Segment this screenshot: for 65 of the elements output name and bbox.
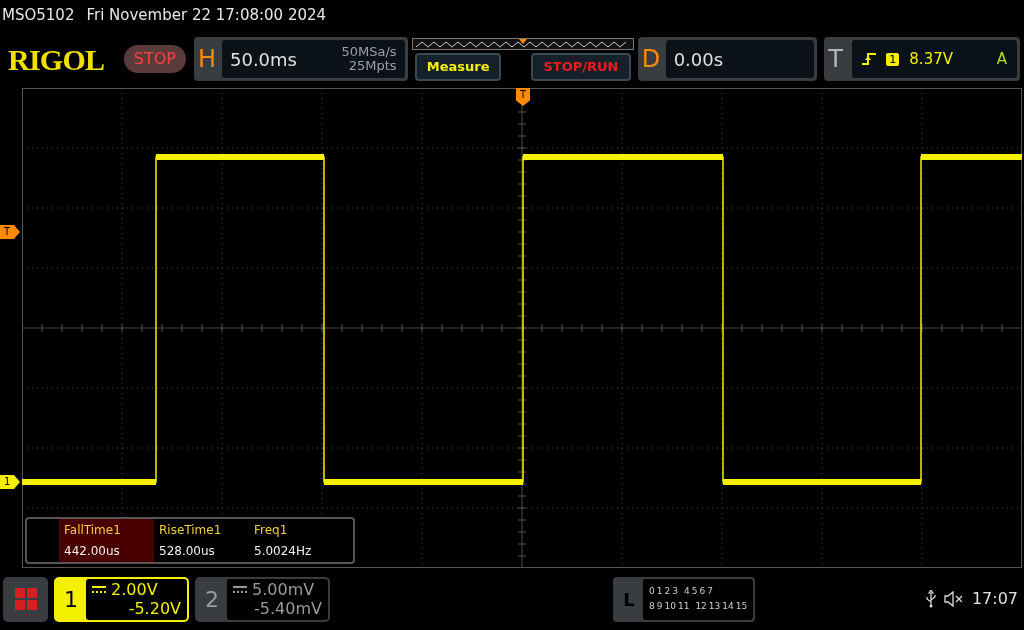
trigger-panel[interactable]: T 1 8.37V A <box>824 37 1020 81</box>
channel-marker: 1 <box>0 475 20 489</box>
logic-channel-number: 3 <box>672 585 678 598</box>
logic-channel-number: 0 <box>649 585 655 598</box>
trigger-position-marker: T <box>516 88 530 106</box>
trigger-source-badge: 1 <box>886 52 900 66</box>
timebase-value: 50.0ms <box>230 47 297 72</box>
logic-channel-number: 6 <box>699 585 706 598</box>
usb-icon <box>925 590 936 608</box>
grid-icon <box>14 588 37 610</box>
channel-scale: 2.00V <box>111 580 158 599</box>
logic-channel-number: 8 <box>649 600 655 613</box>
clock-time: 17:07 <box>971 588 1018 610</box>
measurement-value: 528.00us <box>159 543 216 560</box>
main-menu-button[interactable] <box>3 576 48 622</box>
channel-number: 1 <box>63 585 79 614</box>
delay-value: 0.00s <box>673 47 724 72</box>
brand-logo: RIGOL <box>8 41 106 78</box>
date-time: Fri November 22 17:08:00 2024 <box>86 4 327 26</box>
trigger-level: 8.37V <box>909 48 953 70</box>
measurement-item[interactable]: RiseTime1 528.00us <box>154 519 249 562</box>
logic-channel-number: 14 <box>722 600 734 613</box>
speaker-muted-icon <box>943 591 964 607</box>
menu-button[interactable]: STOP/RUN <box>531 52 631 81</box>
logic-channel-number: 4 <box>683 585 690 598</box>
logic-channel-number: 12 <box>695 600 707 613</box>
trigger-mode: A <box>996 48 1007 70</box>
channel-offset: -5.20V <box>128 599 181 618</box>
measurement-item[interactable]: Freq1 5.0024Hz <box>249 519 344 562</box>
logic-panel[interactable]: L 0 1 2 3 4 5 6 7 8 9 10 11 12 13 14 15 <box>613 576 756 622</box>
logic-channel-number: 13 <box>708 600 721 613</box>
logic-channel-number: 5 <box>691 585 698 598</box>
channel-panel[interactable]: 1 2.00V -5.20V <box>54 576 189 622</box>
measurement-name: Freq1 <box>254 522 289 539</box>
measurement-item[interactable]: FallTime1 442.00us <box>59 519 154 562</box>
horizontal-label: H <box>198 44 218 75</box>
dc-coupling-icon <box>92 585 106 594</box>
logic-channel-number: 1 <box>656 585 663 598</box>
device-model: MSO5102 <box>2 4 75 26</box>
rising-edge-icon <box>862 52 877 66</box>
dc-coupling-icon <box>233 585 247 594</box>
trigger-level-marker: T <box>0 225 20 239</box>
trigger-label: T <box>828 44 844 75</box>
measurement-name: RiseTime1 <box>159 522 223 539</box>
horizontal-panel[interactable]: H 50.0ms 50MSa/s 25Mpts <box>194 37 408 81</box>
logic-channel-number: 2 <box>664 585 671 598</box>
channel-scale: 5.00mV <box>252 580 315 599</box>
delay-label: D <box>641 44 662 75</box>
logic-channel-number: 7 <box>707 585 713 598</box>
run-state-indicator: STOP <box>123 45 186 73</box>
channel-offset: -5.40mV <box>254 599 322 618</box>
logic-channel-number: 9 <box>656 600 663 613</box>
logic-channel-number: 11 <box>677 600 690 613</box>
channel-number: 2 <box>204 585 220 614</box>
measurement-value: 5.0024Hz <box>254 543 313 560</box>
delay-panel[interactable]: D 0.00s <box>637 37 818 81</box>
memory-depth: 25Mpts <box>348 59 397 73</box>
logic-channel-number: 10 <box>664 600 676 613</box>
logic-channel-number: 15 <box>735 600 748 613</box>
menu-button[interactable]: Measure <box>414 52 502 81</box>
logic-label: L <box>622 587 636 612</box>
channel-panel[interactable]: 2 5.00mV -5.40mV <box>195 576 330 622</box>
measurement-name: FallTime1 <box>64 522 122 539</box>
measurement-value: 442.00us <box>64 543 121 560</box>
sample-rate: 50MSa/s <box>341 45 397 59</box>
